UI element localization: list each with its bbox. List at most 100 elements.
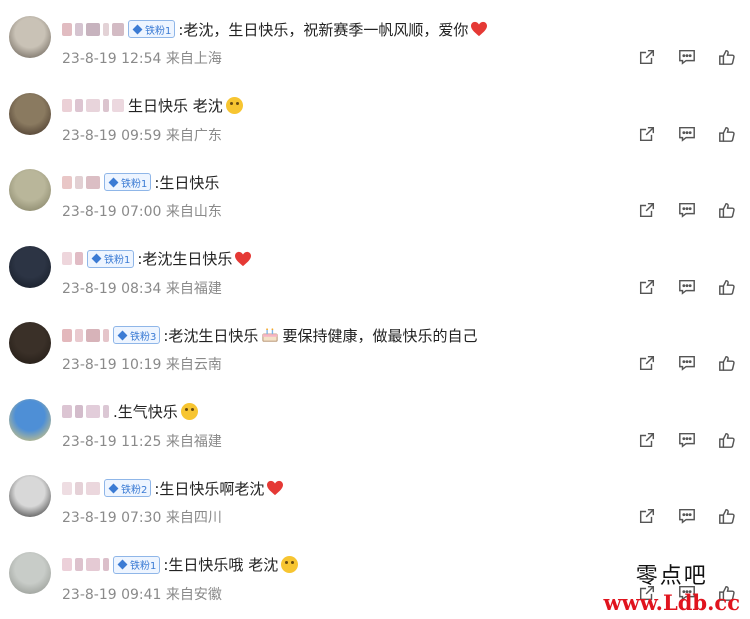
comment-line: 铁粉1:老沈生日快乐	[62, 246, 252, 272]
comment-line: 铁粉1:老沈，生日快乐，祝新赛季一帆风顺，爱你	[62, 16, 488, 42]
fan-badge[interactable]: 铁粉1	[104, 173, 152, 191]
comment-actions	[638, 507, 736, 525]
like-icon[interactable]	[718, 354, 736, 372]
comment-item: 铁粉1 :生日快乐 23-8-19 07:00 来自山东	[0, 153, 750, 230]
comment-icon[interactable]	[678, 507, 696, 525]
blurred-username[interactable]	[62, 404, 109, 420]
like-icon[interactable]	[718, 278, 736, 296]
fan-badge[interactable]: 铁粉1	[128, 20, 176, 38]
like-icon[interactable]	[718, 201, 736, 219]
diamond-icon	[132, 24, 143, 34]
comment-icon[interactable]	[678, 48, 696, 66]
comment-icon[interactable]	[678, 125, 696, 143]
comment-text: :生日快乐	[154, 173, 220, 192]
comment-meta: 23-8-19 11:25 来自福建	[62, 431, 222, 451]
share-icon[interactable]	[638, 278, 656, 296]
comment-meta: 23-8-19 09:41 来自安徽	[62, 584, 222, 604]
fan-badge-label: 铁粉3	[130, 331, 157, 343]
like-icon[interactable]	[718, 48, 736, 66]
comment-item: 铁粉3:老沈生日快乐 要保持健康，做最快乐的自己 23-8-19 10:19 来自云…	[0, 306, 750, 383]
like-icon[interactable]	[718, 507, 736, 525]
comment-item: 铁粉1:老沈生日快乐 23-8-19 08:34 来自福建	[0, 230, 750, 307]
comment-line: 铁粉1:生日快乐哦 老沈	[62, 552, 299, 578]
blurred-username[interactable]	[62, 557, 109, 573]
fan-badge-label: 铁粉2	[121, 484, 148, 496]
comment-actions	[638, 278, 736, 296]
fan-badge-label: 铁粉1	[104, 255, 131, 266]
diamond-icon	[91, 253, 102, 264]
comment-meta: 23-8-19 08:34 来自福建	[62, 278, 222, 298]
comment-meta: 23-8-19 07:30 来自四川	[62, 507, 222, 527]
comment-icon[interactable]	[678, 278, 696, 296]
comment-list: 铁粉1:老沈，生日快乐，祝新赛季一帆风顺，爱你 23-8-19 12:54 来自上…	[0, 0, 750, 612]
comment-line: 铁粉3 :老沈生日快乐 要保持健康，做最快乐的自己	[62, 322, 477, 348]
avatar[interactable]	[9, 16, 51, 58]
comment-text: .生气快乐	[113, 403, 178, 421]
face-emoji-icon	[180, 403, 198, 420]
comment-meta: 23-8-19 07:00 来自山东	[62, 201, 222, 221]
comment-location: 来自福建	[165, 433, 222, 450]
share-icon[interactable]	[638, 125, 656, 143]
comment-time: 23-8-19 08:34	[62, 280, 162, 297]
diamond-icon	[108, 177, 119, 187]
like-icon[interactable]	[718, 431, 736, 449]
comment-time: 23-8-19 12:54	[62, 51, 162, 67]
avatar[interactable]	[9, 92, 51, 135]
comment-meta: 23-8-19 12:54 来自上海	[62, 48, 222, 68]
comment-item: 铁粉1:老沈，生日快乐，祝新赛季一帆风顺，爱你 23-8-19 12:54 来自上…	[0, 0, 750, 77]
comment-item: 生日快乐 老沈 23-8-19 09:59 来自广东	[0, 77, 750, 154]
share-icon[interactable]	[638, 354, 656, 372]
face-emoji-icon	[225, 97, 243, 114]
comment-line: .生气快乐	[62, 399, 198, 425]
avatar[interactable]	[9, 551, 51, 594]
blurred-username[interactable]	[62, 480, 100, 496]
comment-time: 23-8-19 11:25	[62, 433, 162, 450]
fan-badge[interactable]: 铁粉1	[87, 249, 135, 268]
blurred-username[interactable]	[62, 21, 124, 37]
comment-time: 23-8-19 09:41	[62, 586, 162, 603]
comment-time: 23-8-19 09:59	[62, 127, 162, 144]
comment-text: :老沈生日快乐	[163, 326, 259, 345]
avatar[interactable]	[9, 169, 51, 211]
share-icon[interactable]	[638, 201, 656, 219]
comment-location: 来自上海	[165, 51, 222, 67]
watermark-url: www.Ldb.cc	[603, 590, 740, 615]
comment-text-continued: 要保持健康，做最快乐的自己	[282, 326, 478, 345]
comment-text: :生日快乐哦 老沈	[163, 556, 279, 574]
like-icon[interactable]	[718, 125, 736, 143]
avatar[interactable]	[9, 475, 51, 517]
comment-actions	[638, 125, 736, 143]
comment-time: 23-8-19 07:30	[62, 510, 162, 526]
watermark-title: 零点吧	[635, 564, 708, 589]
comment-icon[interactable]	[678, 201, 696, 219]
fan-badge[interactable]: 铁粉3	[113, 326, 161, 344]
comment-actions	[638, 354, 736, 372]
share-icon[interactable]	[638, 507, 656, 525]
comment-actions	[638, 201, 736, 219]
fan-badge-label: 铁粉1	[121, 178, 148, 190]
blurred-username[interactable]	[62, 251, 83, 267]
avatar[interactable]	[9, 322, 51, 364]
diamond-icon	[108, 483, 119, 493]
avatar[interactable]	[9, 245, 51, 288]
comment-line: 铁粉1 :生日快乐	[62, 169, 219, 195]
heart-emoji-icon	[235, 251, 252, 266]
comment-actions	[638, 431, 736, 449]
avatar[interactable]	[9, 398, 51, 441]
comment-location: 来自安徽	[165, 586, 222, 603]
fan-badge[interactable]: 铁粉1	[113, 555, 161, 574]
watermark: 零点吧 www.Ldb.cc	[604, 558, 740, 615]
share-icon[interactable]	[638, 431, 656, 449]
blurred-username[interactable]	[62, 174, 100, 190]
blurred-username[interactable]	[62, 327, 109, 343]
blurred-username[interactable]	[62, 98, 124, 114]
comment-time: 23-8-19 07:00	[62, 204, 162, 220]
face-emoji-icon	[281, 556, 299, 573]
comment-location: 来自四川	[165, 510, 222, 526]
fan-badge-label: 铁粉1	[145, 25, 172, 37]
comment-icon[interactable]	[678, 431, 696, 449]
share-icon[interactable]	[638, 48, 656, 66]
fan-badge[interactable]: 铁粉2	[104, 479, 152, 497]
diamond-icon	[117, 559, 128, 570]
comment-icon[interactable]	[678, 354, 696, 372]
